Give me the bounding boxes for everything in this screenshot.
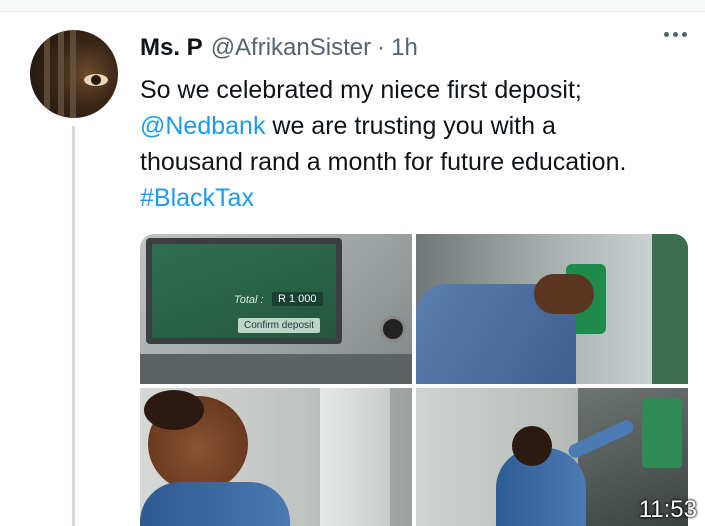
atm-screen-photo[interactable]: Total : R 1 000 Confirm deposit <box>140 234 412 384</box>
media-grid: Total : R 1 000 Confirm deposit <box>140 234 688 526</box>
screen-amount: R 1 000 <box>272 292 323 306</box>
avatar-eye <box>84 74 108 86</box>
more-horizontal-icon <box>664 32 669 37</box>
tweet-text: So we celebrated my niece first deposit;… <box>140 72 700 216</box>
screen-total-label: Total : <box>234 294 264 306</box>
screen-confirm-button: Confirm deposit <box>238 318 321 333</box>
tweet-header: Ms. P @AfrikanSister · 1h <box>140 34 418 62</box>
status-clock: 11:53 <box>638 496 697 523</box>
atm-slot-photo[interactable] <box>416 234 688 384</box>
hashtag-link[interactable]: #BlackTax <box>140 180 700 216</box>
top-divider <box>0 0 705 12</box>
tweet-text-line: thousand rand a month for future educati… <box>140 148 627 176</box>
atm-screen: Total : R 1 000 Confirm deposit <box>146 238 342 344</box>
tweet-text-fragment: we are trusting you with a <box>265 112 556 140</box>
denim-jacket <box>140 482 290 526</box>
tweet-timestamp[interactable]: 1h <box>391 34 418 62</box>
author-handle[interactable]: @AfrikanSister <box>211 34 371 62</box>
child-hand <box>534 274 594 314</box>
smiling-girl-photo[interactable] <box>140 388 412 526</box>
author-name[interactable]: Ms. P <box>140 34 203 62</box>
tweet-text-line: So we celebrated my niece first deposit; <box>140 76 582 104</box>
atm-base <box>140 354 412 384</box>
girl-head <box>512 426 552 466</box>
header-separator: · <box>377 34 386 61</box>
more-options-button[interactable] <box>664 32 687 37</box>
thread-line <box>72 126 75 526</box>
mention-link[interactable]: @Nedbank <box>140 112 265 140</box>
avatar[interactable] <box>30 30 118 118</box>
atm-knob <box>380 316 406 342</box>
tweet-text-line: @Nedbank we are trusting you with a <box>140 108 700 144</box>
